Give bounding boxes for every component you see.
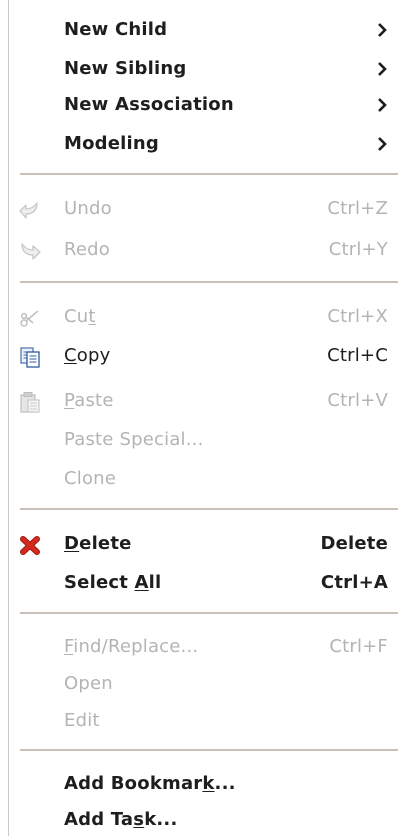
menu-item-add-bookmark[interactable]: Add Bookmark... <box>0 766 402 802</box>
menu-item-cut[interactable]: Cut Ctrl+X <box>0 299 402 335</box>
menu-item-label: Paste <box>64 390 114 411</box>
menu-item-label: Add Task... <box>64 809 178 830</box>
menu-item-label: Add Bookmark... <box>64 773 236 794</box>
menu-item-undo[interactable]: Undo Ctrl+Z <box>0 191 402 227</box>
menu-separator <box>20 173 398 175</box>
chevron-right-icon <box>377 61 387 77</box>
menu-item-label: Select All <box>64 572 162 593</box>
menu-separator <box>20 749 398 751</box>
shortcut-label: Ctrl+Z <box>327 198 388 219</box>
menu-item-label: Clone <box>64 468 117 489</box>
shortcut-label: Ctrl+F <box>329 636 388 657</box>
menu-item-paste[interactable]: Paste Ctrl+V <box>0 383 402 419</box>
menu-item-label: Redo <box>64 239 111 260</box>
shortcut-label: Ctrl+X <box>327 306 388 327</box>
shortcut-label: Ctrl+C <box>327 345 388 366</box>
shortcut-label: Delete <box>320 533 388 554</box>
menu-item-label: Undo <box>64 198 112 219</box>
menu-item-modeling[interactable]: Modeling <box>0 126 402 162</box>
shortcut-label: Ctrl+V <box>327 390 388 411</box>
shortcut-label: Ctrl+Y <box>328 239 388 260</box>
menu-item-label: Delete <box>64 533 132 554</box>
menu-item-open[interactable]: Open <box>0 666 402 702</box>
menu-item-copy[interactable]: Copy Ctrl+C <box>0 338 402 374</box>
scissors-icon <box>19 307 41 329</box>
chevron-right-icon <box>377 22 387 38</box>
menu-item-paste-special[interactable]: Paste Special... <box>0 422 402 458</box>
menu-item-label: Open <box>64 673 113 694</box>
menu-item-redo[interactable]: Redo Ctrl+Y <box>0 232 402 268</box>
menu-item-label: Find/Replace... <box>64 636 199 657</box>
menu-item-delete[interactable]: Delete Delete <box>0 526 402 562</box>
menu-item-select-all[interactable]: Select All Ctrl+A <box>0 565 402 601</box>
menu-item-label: Paste Special... <box>64 429 204 450</box>
menu-separator <box>20 508 398 510</box>
redo-arrow-icon <box>19 240 41 262</box>
menu-item-label: Modeling <box>64 133 160 154</box>
shortcut-label: Ctrl+A <box>320 572 388 593</box>
menu-item-label: New Sibling <box>64 58 187 79</box>
context-menu: New Child New Sibling New Association Mo… <box>0 0 402 836</box>
menu-item-new-association[interactable]: New Association <box>0 87 402 123</box>
menu-item-add-task[interactable]: Add Task... <box>0 802 402 838</box>
menu-item-find-replace[interactable]: Find/Replace... Ctrl+F <box>0 629 402 665</box>
menu-item-label: Cut <box>64 306 96 327</box>
menu-item-label: Copy <box>64 345 111 366</box>
chevron-right-icon <box>377 136 387 152</box>
menu-item-edit[interactable]: Edit <box>0 703 402 739</box>
menu-item-label: New Association <box>64 94 234 115</box>
menu-item-clone[interactable]: Clone <box>0 461 402 497</box>
menu-item-new-sibling[interactable]: New Sibling <box>0 51 402 87</box>
chevron-right-icon <box>377 97 387 113</box>
red-x-delete-icon <box>19 534 41 556</box>
menu-separator <box>20 281 398 283</box>
undo-arrow-icon <box>19 199 41 221</box>
menu-item-label: Edit <box>64 710 100 731</box>
menu-separator <box>20 612 398 614</box>
menu-item-new-child[interactable]: New Child <box>0 12 402 48</box>
copy-documents-icon <box>19 346 41 368</box>
paste-clipboard-icon <box>19 391 41 413</box>
menu-item-label: New Child <box>64 19 168 40</box>
